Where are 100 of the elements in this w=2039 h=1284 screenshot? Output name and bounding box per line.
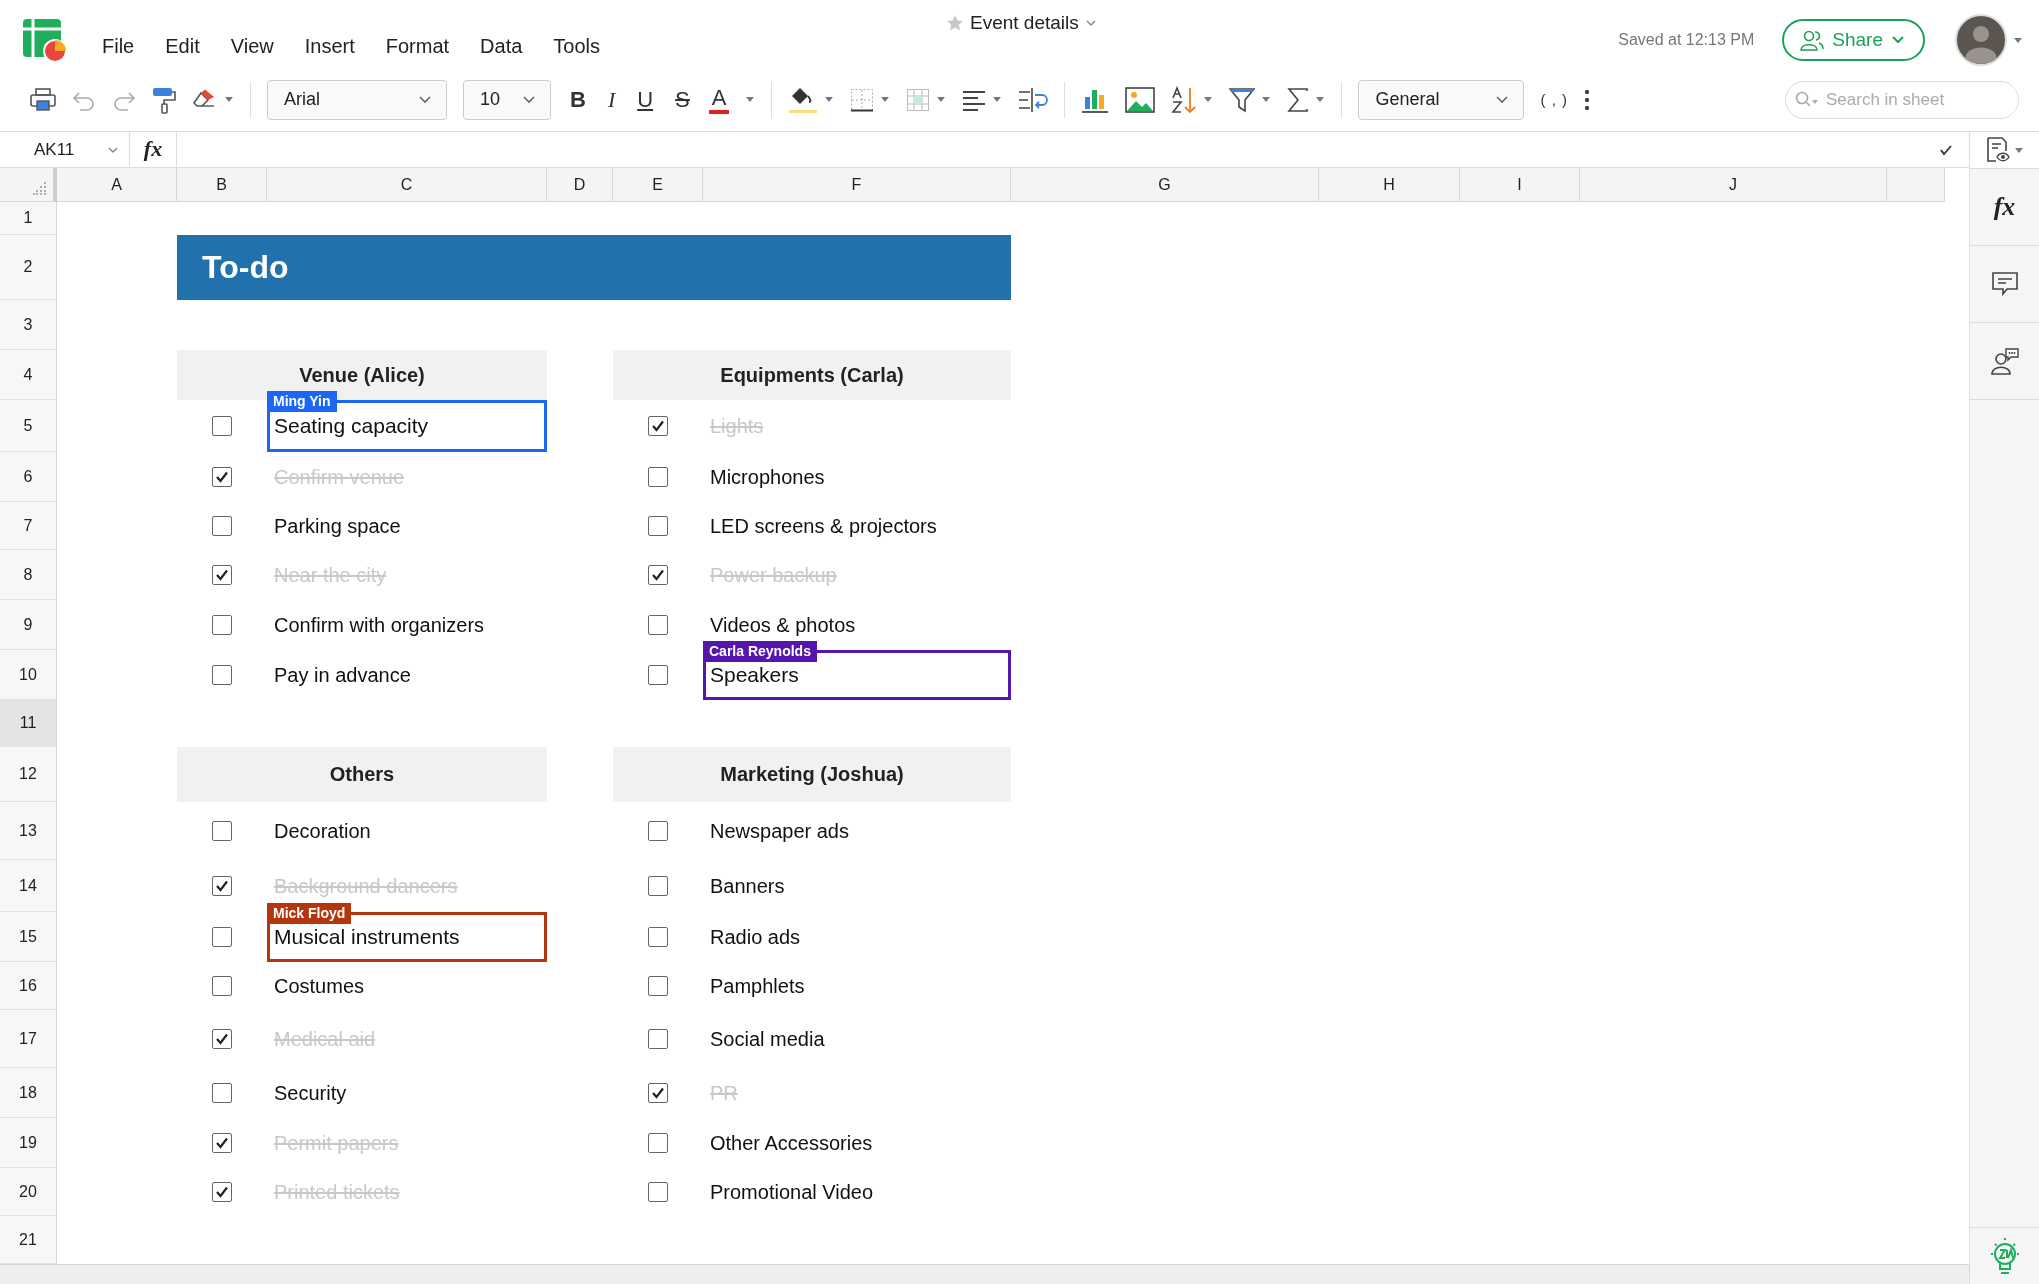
image-icon[interactable] — [1125, 86, 1156, 113]
paint-roller-icon[interactable] — [152, 85, 176, 114]
checkbox[interactable] — [648, 1029, 668, 1049]
caret-icon[interactable] — [224, 95, 234, 104]
spreadsheet-logo-icon[interactable] — [22, 18, 68, 62]
borders-icon[interactable] — [850, 87, 875, 112]
row-header[interactable]: 1 — [0, 202, 57, 235]
column-header[interactable]: H — [1319, 168, 1460, 202]
checkbox[interactable] — [648, 1133, 668, 1153]
row-header[interactable]: 3 — [0, 300, 57, 350]
menu-item[interactable]: Edit — [165, 35, 200, 58]
row-header[interactable]: 15 — [0, 912, 57, 962]
sort-icon[interactable] — [1171, 85, 1198, 114]
column-header[interactable]: C — [267, 168, 547, 202]
italic-button[interactable]: I — [604, 86, 619, 113]
column-header[interactable]: I — [1460, 168, 1580, 202]
checkbox[interactable] — [212, 876, 232, 896]
row-header[interactable]: 7 — [0, 502, 57, 550]
name-box[interactable]: AK11 — [0, 132, 130, 167]
menu-item[interactable]: Insert — [304, 35, 355, 58]
checkbox[interactable] — [648, 565, 668, 585]
column-header[interactable]: G — [1011, 168, 1319, 202]
column-header[interactable]: A — [57, 168, 177, 202]
row-header[interactable]: 13 — [0, 802, 57, 860]
column-header[interactable]: J — [1580, 168, 1887, 202]
checkbox[interactable] — [212, 1029, 232, 1049]
checkbox[interactable] — [648, 821, 668, 841]
caret-icon[interactable] — [1261, 95, 1272, 104]
chevron-down-icon[interactable] — [1084, 18, 1097, 28]
filter-icon[interactable] — [1229, 86, 1256, 113]
printer-icon[interactable] — [30, 87, 56, 112]
menu-item[interactable]: Format — [385, 35, 450, 58]
checkbox[interactable] — [648, 615, 668, 635]
menu-item[interactable]: Data — [480, 35, 523, 58]
row-header[interactable]: 6 — [0, 452, 57, 502]
wrap-text-icon[interactable] — [1018, 86, 1049, 113]
menu-item[interactable]: Tools — [553, 35, 601, 58]
checkbox[interactable] — [212, 821, 232, 841]
row-header[interactable]: 8 — [0, 550, 57, 600]
checkbox[interactable] — [648, 1083, 668, 1103]
function-panel-button[interactable]: fx — [1970, 169, 2039, 246]
checkbox[interactable] — [648, 516, 668, 536]
row-header[interactable]: 4 — [0, 350, 57, 400]
checkbox[interactable] — [648, 927, 668, 947]
bold-button[interactable]: B — [567, 86, 589, 113]
row-header[interactable]: 10 — [0, 650, 57, 700]
search-field[interactable]: Search in sheet — [1785, 80, 2019, 119]
comment-icon[interactable] — [1991, 272, 2018, 296]
checkbox[interactable] — [648, 876, 668, 896]
checkbox[interactable] — [212, 615, 232, 635]
row-header[interactable]: 2 — [0, 235, 57, 300]
font-dropdown[interactable]: Arial — [267, 79, 447, 120]
checkbox[interactable] — [212, 1182, 232, 1202]
checkbox[interactable] — [212, 467, 232, 487]
paint-bucket-icon[interactable] — [788, 85, 819, 114]
row-header[interactable]: 5 — [0, 400, 57, 452]
merge-cells-icon[interactable] — [906, 87, 931, 112]
caret-icon[interactable] — [2013, 145, 2024, 155]
row-header[interactable]: 17 — [0, 1010, 57, 1068]
caret-icon[interactable] — [745, 95, 756, 104]
row-header[interactable]: 16 — [0, 962, 57, 1010]
checkbox[interactable] — [212, 665, 232, 685]
checkbox[interactable] — [648, 976, 668, 996]
caret-icon[interactable] — [2013, 35, 2023, 45]
font-size-dropdown[interactable]: 10 — [463, 79, 551, 120]
row-header[interactable]: 20 — [0, 1168, 57, 1216]
checkbox[interactable] — [212, 516, 232, 536]
row-header[interactable]: 11 — [0, 700, 57, 747]
menu-item[interactable]: File — [102, 35, 135, 58]
align-left-icon[interactable] — [962, 88, 987, 111]
checkbox[interactable] — [648, 467, 668, 487]
comma-style-button[interactable]: ( , ) — [1540, 91, 1568, 108]
strikethrough-button[interactable]: S — [672, 86, 693, 113]
document-preview-icon[interactable] — [1985, 137, 2010, 163]
checkbox[interactable] — [648, 1182, 668, 1202]
checkbox[interactable] — [212, 976, 232, 996]
avatar-icon[interactable] — [1955, 14, 2007, 66]
row-header[interactable]: 14 — [0, 860, 57, 912]
caret-icon[interactable] — [936, 95, 947, 104]
document-title[interactable]: Event details — [970, 12, 1079, 34]
sum-icon[interactable] — [1287, 87, 1310, 112]
checkbox[interactable] — [648, 665, 668, 685]
row-header[interactable]: 18 — [0, 1068, 57, 1118]
caret-icon[interactable] — [1203, 95, 1214, 104]
checkbox[interactable] — [648, 416, 668, 436]
underline-button[interactable]: U — [634, 86, 657, 113]
function-button[interactable]: fx — [130, 132, 177, 167]
row-header[interactable]: 9 — [0, 600, 57, 650]
checkbox[interactable] — [212, 927, 232, 947]
person-chat-icon[interactable] — [1990, 347, 2019, 375]
row-header[interactable]: 21 — [0, 1216, 57, 1264]
column-header[interactable]: F — [703, 168, 1011, 202]
column-header[interactable]: E — [613, 168, 703, 202]
star-icon[interactable] — [946, 14, 964, 32]
caret-icon[interactable] — [1315, 95, 1326, 104]
checkbox[interactable] — [212, 1083, 232, 1103]
caret-icon[interactable] — [824, 95, 835, 104]
column-header[interactable]: D — [547, 168, 613, 202]
column-header[interactable]: B — [177, 168, 267, 202]
menu-item[interactable]: View — [230, 35, 274, 58]
